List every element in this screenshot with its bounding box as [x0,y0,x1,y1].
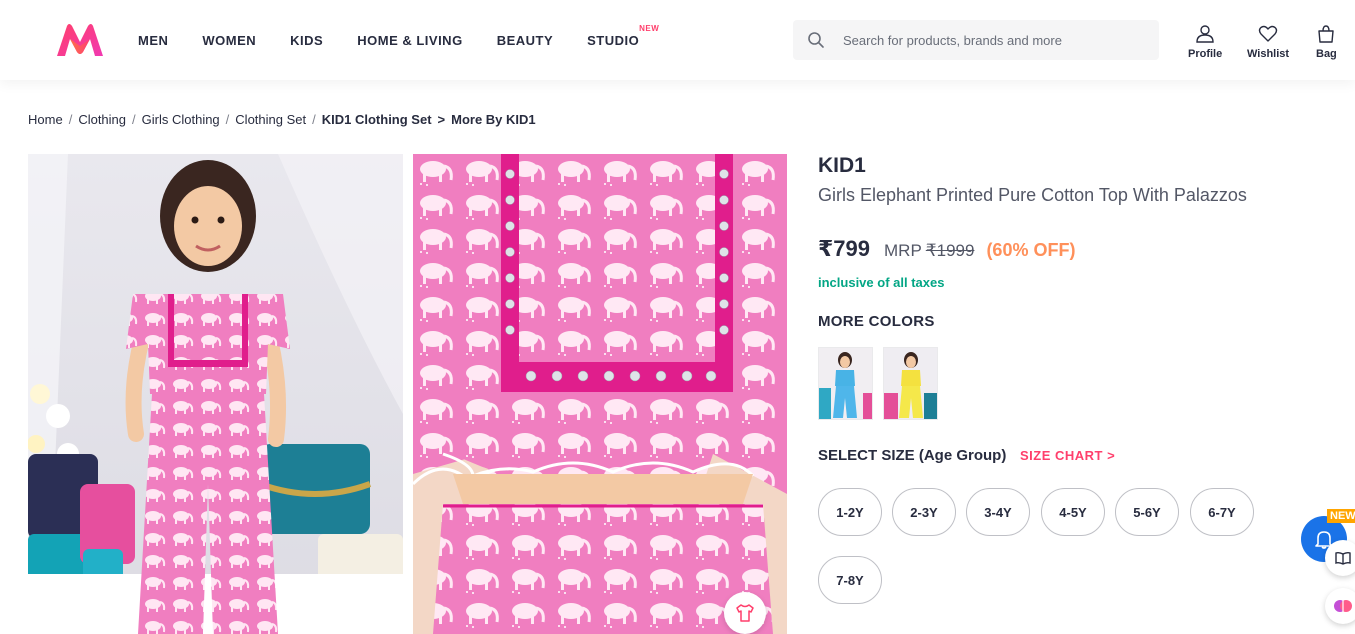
color-swatch-blue[interactable] [818,347,873,420]
tshirt-icon [736,604,754,622]
try-on-button[interactable] [724,592,766,634]
chevron-right-icon: > [1107,448,1116,463]
size-button[interactable]: 2-3Y [892,488,956,536]
bag-icon [1318,25,1335,43]
nav-kids[interactable]: KIDS [290,33,323,48]
breadcrumb-separator: / [312,112,316,127]
select-size-title: SELECT SIZE (Age Group) [818,447,1007,464]
brain-icon [1334,600,1352,612]
wishlist-label: Wishlist [1247,48,1290,60]
size-button[interactable]: 1-2Y [818,488,882,536]
bag-label: Bag [1316,48,1337,60]
breadcrumb-current: KID1 Clothing Set [321,112,432,127]
search-bar[interactable] [793,20,1159,60]
size-chart-label: SIZE CHART [1020,448,1103,463]
color-swatch-yellow[interactable] [883,347,938,420]
size-chart-link[interactable]: SIZE CHART > [1020,448,1115,463]
heart-icon [1258,25,1278,42]
nav-studio-label: STUDIO [587,32,640,48]
product-image-2[interactable] [413,154,787,634]
profile-icon [1196,25,1214,43]
breadcrumb-item[interactable]: Clothing [78,112,126,127]
mrp: MRP ₹1999 [884,241,974,261]
size-button[interactable]: 4-5Y [1041,488,1105,536]
nav-men[interactable]: MEN [138,33,168,48]
new-badge: NEW [1327,509,1355,523]
search-input[interactable] [843,32,1143,48]
ai-assistant-button[interactable] [1325,588,1355,624]
product-brand[interactable]: KID1 [818,154,866,178]
new-tag: NEW [639,23,660,33]
breadcrumb-separator: / [132,112,136,127]
discount: (60% OFF) [986,240,1076,260]
header: MEN WOMEN KIDS HOME & LIVING BEAUTY STUD… [0,0,1355,80]
wishlist-button[interactable]: Wishlist [1247,24,1289,60]
profile-button[interactable]: Profile [1188,24,1222,60]
mrp-label: MRP [884,241,922,260]
nav-home-living[interactable]: HOME & LIVING [357,33,462,48]
nav-women[interactable]: WOMEN [202,33,256,48]
breadcrumb-item[interactable]: Clothing Set [235,112,306,127]
breadcrumb-arrow: > [437,112,446,127]
breadcrumb: Home / Clothing / Girls Clothing / Cloth… [28,112,536,127]
size-button[interactable]: 3-4Y [966,488,1030,536]
product-name: Girls Elephant Printed Pure Cotton Top W… [818,185,1247,205]
profile-label: Profile [1188,48,1223,60]
book-icon [1335,551,1351,565]
breadcrumb-separator: / [225,112,230,127]
main-nav: MEN WOMEN KIDS HOME & LIVING BEAUTY STUD… [138,0,673,80]
size-button[interactable]: 5-6Y [1115,488,1179,536]
size-button[interactable]: 6-7Y [1190,488,1254,536]
taxes-note: inclusive of all taxes [818,275,945,290]
bag-button[interactable]: Bag [1316,24,1337,60]
myntra-logo[interactable] [55,22,105,58]
mrp-value: ₹1999 [925,241,975,260]
selling-price: ₹799 [818,236,871,261]
nav-studio[interactable]: STUDIO NEW [587,24,659,48]
product-image-1[interactable] [28,154,403,634]
catalog-button[interactable] [1325,540,1355,576]
breadcrumb-separator: / [68,112,73,127]
breadcrumb-item[interactable]: Home [28,112,63,127]
size-button[interactable]: 7-8Y [818,556,882,604]
nav-beauty[interactable]: BEAUTY [497,33,553,48]
more-colors-title: MORE COLORS [818,313,935,330]
price-row: ₹799 MRP ₹1999 (60% OFF) [818,236,1075,262]
breadcrumb-more-by-brand[interactable]: More By KID1 [451,112,536,127]
search-icon [808,32,824,48]
breadcrumb-item[interactable]: Girls Clothing [142,112,220,127]
